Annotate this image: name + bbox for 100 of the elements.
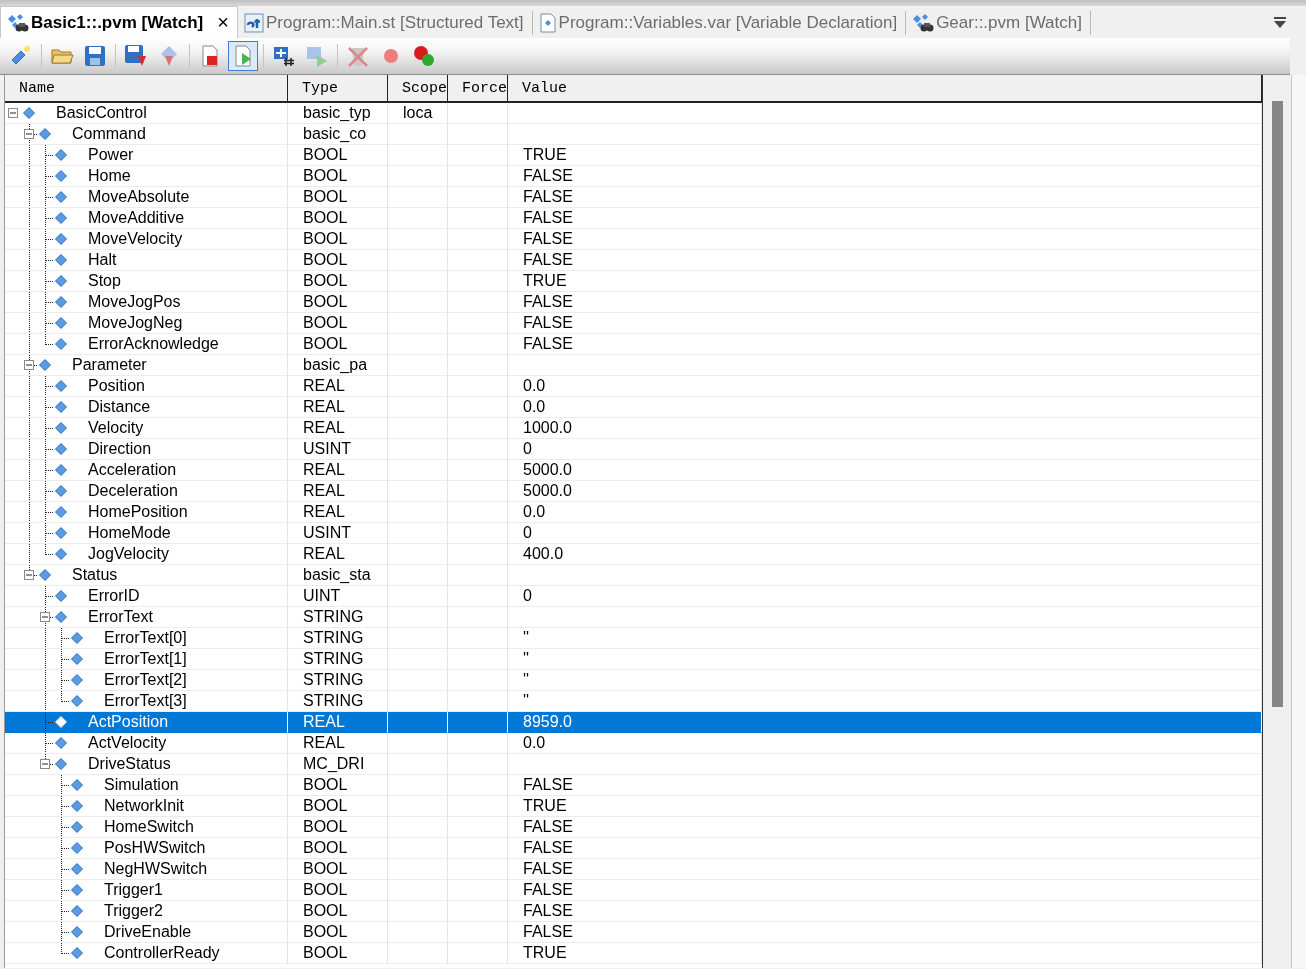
- value-cell: FALSE: [523, 314, 573, 332]
- type-cell: STRING: [303, 671, 364, 689]
- variable-icon: [55, 737, 67, 749]
- close-icon[interactable]: ×: [217, 11, 229, 34]
- collapse-icon[interactable]: [24, 128, 34, 139]
- variable-name: ErrorText[1]: [104, 650, 187, 668]
- value-cell: 5000.0: [523, 482, 572, 500]
- collapse-icon[interactable]: [40, 611, 50, 622]
- table-row[interactable]: DriveStatus MC_DRI: [5, 754, 1262, 775]
- collapse-icon[interactable]: [8, 107, 18, 118]
- table-row[interactable]: Position REAL 0.0: [5, 376, 1262, 397]
- variable-name: BasicControl: [56, 104, 147, 122]
- table-row[interactable]: Trigger2 BOOL FALSE: [5, 901, 1262, 922]
- variable-icon: [71, 779, 83, 791]
- table-row[interactable]: NegHWSwitch BOOL FALSE: [5, 859, 1262, 880]
- binoculars-icon: [7, 12, 29, 33]
- editor-tab[interactable]: Program::Variables.var [Variable Declaration]: [532, 11, 907, 35]
- table-row[interactable]: Command basic_co: [5, 124, 1262, 145]
- table-row[interactable]: ErrorText STRING: [5, 607, 1262, 628]
- type-cell: REAL: [303, 482, 345, 500]
- variable-name: Trigger2: [104, 902, 163, 920]
- table-row[interactable]: Power BOOL TRUE: [5, 145, 1262, 166]
- type-cell: BOOL: [303, 146, 348, 164]
- variable-icon: [55, 611, 67, 623]
- type-cell: BOOL: [303, 902, 348, 920]
- variable-icon: [55, 422, 67, 434]
- variable-icon: [55, 233, 67, 245]
- column-header[interactable]: Name: [5, 75, 288, 101]
- scope-cell: loca: [403, 104, 433, 122]
- editor-tab[interactable]: Gear::.pvm [Watch]: [906, 11, 1091, 35]
- type-cell: BOOL: [303, 167, 348, 185]
- table-row[interactable]: MoveAbsolute BOOL FALSE: [5, 187, 1262, 208]
- table-row[interactable]: Simulation BOOL FALSE: [5, 775, 1262, 796]
- dropdown-icon[interactable]: [1274, 16, 1286, 28]
- variable-icon: [39, 569, 51, 581]
- st-file-icon: [243, 13, 264, 33]
- table-row[interactable]: ErrorText[0] STRING '': [5, 628, 1262, 649]
- variable-icon: [55, 485, 67, 497]
- table-row[interactable]: HomeSwitch BOOL FALSE: [5, 817, 1262, 838]
- variable-icon: [55, 464, 67, 476]
- column-header[interactable]: Type: [288, 75, 388, 101]
- table-row[interactable]: DriveEnable BOOL FALSE: [5, 922, 1262, 943]
- value-cell: TRUE: [523, 944, 567, 962]
- table-row[interactable]: Velocity REAL 1000.0: [5, 418, 1262, 439]
- variable-name: PosHWSwitch: [104, 839, 206, 857]
- table-row[interactable]: ErrorAcknowledge BOOL FALSE: [5, 334, 1262, 355]
- value-cell: '': [523, 692, 530, 710]
- table-row[interactable]: Stop BOOL TRUE: [5, 271, 1262, 292]
- collapse-icon[interactable]: [24, 569, 34, 580]
- column-header[interactable]: Scope: [388, 75, 448, 101]
- table-row[interactable]: MoveJogNeg BOOL FALSE: [5, 313, 1262, 334]
- table-row[interactable]: Parameter basic_pa: [5, 355, 1262, 376]
- variable-icon: [71, 695, 83, 707]
- table-row[interactable]: ActVelocity REAL 0.0: [5, 733, 1262, 754]
- variable-name: ErrorText[2]: [104, 671, 187, 689]
- variable-name: DriveEnable: [104, 923, 192, 941]
- variable-name: Stop: [88, 272, 121, 290]
- table-row[interactable]: Status basic_sta: [5, 565, 1262, 586]
- variable-name: MoveJogNeg: [88, 314, 183, 332]
- column-header[interactable]: Value: [508, 75, 1262, 101]
- editor-tab[interactable]: Program::Main.st [Structured Text]: [237, 11, 533, 35]
- table-row[interactable]: ControllerReady BOOL TRUE: [5, 943, 1262, 964]
- variable-icon: [55, 338, 67, 350]
- table-row[interactable]: Direction USINT 0: [5, 439, 1262, 460]
- value-cell: 0.0: [523, 734, 546, 752]
- editor-tab[interactable]: Basic1::.pvm [Watch] ×: [0, 6, 238, 38]
- table-row[interactable]: MoveVelocity BOOL FALSE: [5, 229, 1262, 250]
- value-cell: TRUE: [523, 797, 567, 815]
- table-row[interactable]: MoveJogPos BOOL FALSE: [5, 292, 1262, 313]
- variable-icon: [71, 842, 83, 854]
- table-row[interactable]: ActPosition REAL 8959.0: [5, 712, 1262, 733]
- type-cell: UINT: [303, 587, 341, 605]
- table-row[interactable]: HomeMode USINT 0: [5, 523, 1262, 544]
- table-row[interactable]: HomePosition REAL 0.0: [5, 502, 1262, 523]
- column-header[interactable]: Force: [448, 75, 508, 101]
- variable-name: Home: [88, 167, 131, 185]
- table-row[interactable]: Trigger1 BOOL FALSE: [5, 880, 1262, 901]
- table-row[interactable]: Home BOOL FALSE: [5, 166, 1262, 187]
- table-row[interactable]: Deceleration REAL 5000.0: [5, 481, 1262, 502]
- variable-name: MoveVelocity: [88, 230, 183, 248]
- table-row[interactable]: MoveAdditive BOOL FALSE: [5, 208, 1262, 229]
- variable-icon: [71, 884, 83, 896]
- variable-icon: [71, 926, 83, 938]
- collapse-icon[interactable]: [40, 758, 50, 769]
- type-cell: BOOL: [303, 944, 348, 962]
- table-row[interactable]: PosHWSwitch BOOL FALSE: [5, 838, 1262, 859]
- scrollbar-thumb[interactable]: [1271, 101, 1283, 707]
- table-row[interactable]: Halt BOOL FALSE: [5, 250, 1262, 271]
- table-row[interactable]: ErrorID UINT 0: [5, 586, 1262, 607]
- table-row[interactable]: ErrorText[2] STRING '': [5, 670, 1262, 691]
- table-row[interactable]: JogVelocity REAL 400.0: [5, 544, 1262, 565]
- type-cell: BOOL: [303, 776, 348, 794]
- table-row[interactable]: NetworkInit BOOL TRUE: [5, 796, 1262, 817]
- table-row[interactable]: ErrorText[1] STRING '': [5, 649, 1262, 670]
- type-cell: BOOL: [303, 251, 348, 269]
- table-row[interactable]: Acceleration REAL 5000.0: [5, 460, 1262, 481]
- table-row[interactable]: BasicControl basic_typ loca: [5, 103, 1262, 124]
- value-cell: FALSE: [523, 167, 573, 185]
- table-row[interactable]: Distance REAL 0.0: [5, 397, 1262, 418]
- collapse-icon[interactable]: [24, 359, 34, 370]
